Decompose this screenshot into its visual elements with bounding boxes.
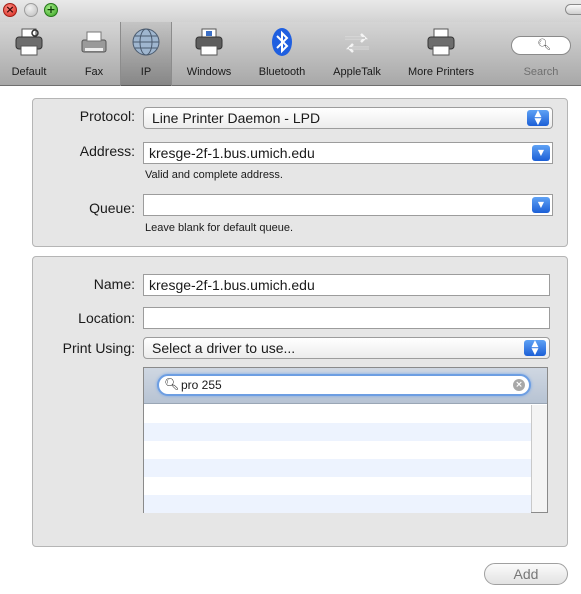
queue-hint: Leave blank for default queue. (145, 222, 294, 234)
toolbar-item-windows[interactable]: Windows (176, 22, 242, 86)
address-field[interactable]: kresge-2f-1.bus.umich.edu ▼ (143, 142, 553, 164)
toolbar-item-ip[interactable]: IP (120, 22, 172, 86)
title-bar: × + (0, 0, 581, 22)
address-hint: Valid and complete address. (145, 169, 283, 181)
driver-search-value: pro 255 (181, 378, 222, 392)
driver-list-scrollbar[interactable] (531, 405, 547, 512)
print-using-popup[interactable]: Select a driver to use... ▲ ▼ (143, 337, 550, 359)
address-label: Address: (79, 143, 135, 159)
location-field[interactable] (143, 307, 550, 329)
list-item (144, 459, 531, 477)
toolbar-item-bluetooth[interactable]: Bluetooth (248, 22, 316, 86)
toolbar-label: Default (11, 66, 47, 78)
close-icon: × (5, 3, 15, 16)
protocol-value: Line Printer Daemon - LPD (152, 110, 321, 126)
chevron-down-icon[interactable]: ▼ (532, 145, 550, 161)
list-item (144, 477, 531, 495)
driver-search-bar: 🔍︎ pro 255 × (144, 368, 547, 404)
list-item (144, 495, 531, 513)
toolbar: Default Fax IP Windows Bluetooth AppleTa… (0, 22, 581, 86)
bluetooth-icon (272, 28, 292, 56)
print-using-label: Print Using: (62, 340, 135, 356)
toolbar-item-fax[interactable]: Fax (70, 22, 118, 86)
toolbar-label: AppleTalk (333, 66, 381, 78)
minimize-button[interactable] (24, 3, 38, 17)
search-icon: 🔍︎ (164, 377, 180, 391)
toolbar-toggle-button[interactable] (565, 4, 581, 15)
toolbar-search-field[interactable]: 🔍︎ (511, 36, 571, 55)
close-button[interactable]: × (3, 3, 17, 17)
clear-search-icon[interactable]: × (513, 379, 525, 391)
printer-windows-icon (195, 28, 223, 56)
toolbar-item-appletalk[interactable]: AppleTalk (320, 22, 394, 86)
driver-search-field[interactable]: 🔍︎ pro 255 × (157, 374, 531, 396)
toolbar-label: More Printers (407, 66, 475, 78)
search-icon: 🔍︎ (537, 39, 551, 51)
toolbar-item-default[interactable]: Default (0, 22, 58, 86)
toolbar-item-more-printers[interactable]: More Printers (398, 22, 484, 86)
list-item (144, 405, 531, 423)
name-field[interactable]: kresge-2f-1.bus.umich.edu (143, 274, 550, 296)
fax-icon (81, 31, 107, 53)
toolbar-label: IP (140, 66, 152, 78)
protocol-label: Protocol: (79, 108, 135, 124)
print-using-value: Select a driver to use... (152, 340, 296, 356)
driver-list[interactable] (144, 405, 531, 513)
list-item (144, 423, 531, 441)
address-value: kresge-2f-1.bus.umich.edu (149, 145, 315, 161)
driver-list-panel: 🔍︎ pro 255 × (143, 367, 548, 513)
toolbar-label: Windows (186, 66, 232, 78)
queue-label: Queue: (89, 200, 135, 216)
plus-icon: + (46, 3, 56, 16)
location-label: Location: (78, 310, 135, 326)
list-item (144, 441, 531, 459)
stepper-icon: ▲ ▼ (527, 110, 549, 127)
toolbar-item-search: 🔍︎ Search (506, 22, 576, 86)
toolbar-label: Fax (84, 66, 104, 78)
toolbar-label: Search (523, 66, 559, 78)
stepper-icon: ▲ ▼ (524, 340, 546, 357)
toolbar-label: Bluetooth (258, 66, 306, 78)
appletalk-icon (345, 33, 369, 53)
protocol-popup[interactable]: Line Printer Daemon - LPD ▲ ▼ (143, 107, 553, 129)
zoom-button[interactable]: + (44, 3, 58, 17)
queue-field[interactable]: ▼ (143, 194, 553, 216)
printer-more-icon (427, 28, 455, 56)
chevron-down-icon[interactable]: ▼ (532, 197, 550, 213)
name-label: Name: (93, 276, 135, 292)
printer-default-icon (15, 28, 43, 56)
add-button[interactable]: Add (484, 563, 568, 585)
connection-group: Protocol: Line Printer Daemon - LPD ▲ ▼ A… (32, 98, 568, 247)
globe-icon (132, 28, 160, 56)
